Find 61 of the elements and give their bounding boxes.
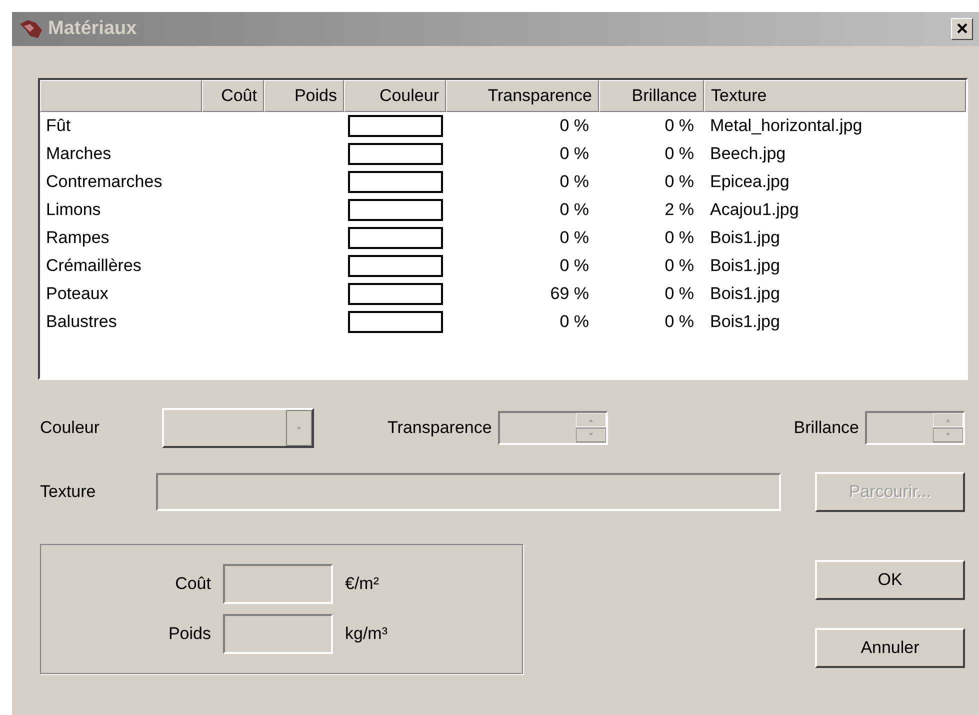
color-label: Couleur (40, 417, 100, 440)
texture-file: Acajou1.jpg (709, 199, 800, 222)
app-icon (18, 18, 44, 40)
material-name: Marches (45, 143, 112, 166)
close-button[interactable]: × (951, 18, 973, 40)
column-header[interactable] (40, 80, 202, 112)
column-header[interactable]: Brillance (599, 80, 704, 112)
material-name: Fût (45, 115, 72, 138)
column-header[interactable]: Coût (202, 80, 264, 112)
texture-file: Epicea.jpg (709, 171, 790, 194)
spinner-arrows-icon[interactable] (576, 413, 606, 443)
caret-icon[interactable] (286, 410, 312, 446)
weight-label: Poids (167, 623, 211, 646)
material-name: Crémaillères (45, 255, 142, 278)
window-title: Matériaux (48, 16, 137, 41)
transparency-value: 0 % (558, 311, 590, 334)
column-header[interactable]: Poids (264, 80, 344, 112)
column-header[interactable]: Couleur (344, 80, 446, 112)
shine-label: Brillance (794, 417, 859, 440)
ok-button[interactable]: OK (815, 560, 965, 600)
material-name: Balustres (45, 311, 118, 334)
transparency-value: 0 % (558, 227, 590, 250)
texture-file: Bois1.jpg (709, 311, 781, 334)
cancel-button[interactable]: Annuler (815, 628, 965, 668)
shine-value: 0 % (664, 171, 695, 194)
shine-value: 0 % (664, 283, 695, 306)
column-header[interactable]: Transparence (446, 80, 599, 112)
material-name: Poteaux (45, 283, 110, 306)
texture-file: Bois1.jpg (709, 283, 781, 306)
cost-label: Coût (174, 573, 211, 596)
transparency-value: 0 % (558, 143, 590, 166)
shine-value: 0 % (664, 255, 695, 278)
shine-value: 0 % (664, 143, 695, 166)
texture-label: Texture (40, 481, 96, 504)
shine-value: 0 % (664, 311, 695, 334)
transparency-value: 0 % (558, 115, 590, 138)
column-header[interactable]: Texture (704, 80, 966, 112)
material-name: Rampes (45, 227, 110, 250)
cost-unit: €/m² (345, 573, 380, 596)
transparency-value: 0 % (558, 199, 590, 222)
texture-field[interactable] (156, 473, 781, 511)
texture-file: Bois1.jpg (709, 255, 781, 278)
transparency-value: 0 % (558, 171, 590, 194)
transparency-label: Transparence (388, 417, 492, 440)
cost-field[interactable] (223, 564, 333, 604)
transparency-value: 69 % (549, 283, 590, 306)
texture-file: Metal_horizontal.jpg (709, 115, 864, 138)
weight-field[interactable] (223, 614, 333, 654)
weight-unit: kg/m³ (345, 623, 388, 646)
shine-value: 0 % (664, 227, 695, 250)
texture-file: Beech.jpg (709, 143, 787, 166)
color-dropdown[interactable] (162, 408, 314, 448)
spin-field[interactable] (865, 411, 965, 445)
shine-value: 0 % (664, 115, 695, 138)
texture-file: Bois1.jpg (709, 227, 781, 250)
material-name: Contremarches (45, 171, 164, 194)
spin-field[interactable] (498, 411, 608, 445)
spinner-arrows-icon[interactable] (933, 413, 963, 443)
shine-value: 2 % (664, 199, 695, 222)
transparency-value: 0 % (558, 255, 590, 278)
material-name: Limons (45, 199, 102, 222)
